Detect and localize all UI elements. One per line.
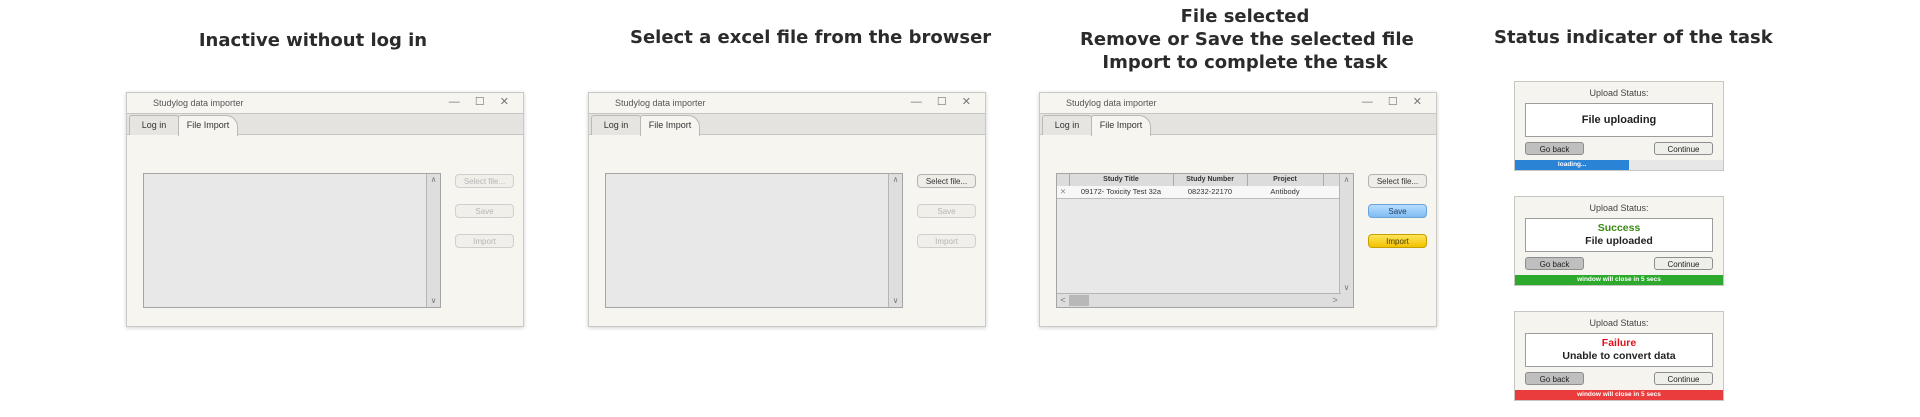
tab-bar: Log in File Import <box>589 113 985 136</box>
file-table: Study Title Study Number Project ✕ 09172… <box>1056 173 1354 308</box>
column-header-study-title[interactable]: Study Title <box>1069 174 1173 186</box>
horizontal-scrollbar[interactable]: < > <box>1057 293 1341 307</box>
scroll-up-icon[interactable]: ∧ <box>1340 174 1353 186</box>
scroll-right-icon[interactable]: > <box>1329 294 1341 307</box>
countdown-bar: window will close in 5 secs <box>1515 275 1723 285</box>
go-back-button[interactable]: Go back <box>1525 372 1584 385</box>
status-title: Failure <box>1601 337 1637 349</box>
select-file-button[interactable]: Select file... <box>1368 174 1427 188</box>
column-header-study-number[interactable]: Study Number <box>1173 174 1247 186</box>
go-back-button[interactable]: Go back <box>1525 257 1584 270</box>
scroll-down-icon[interactable]: ∨ <box>889 295 902 307</box>
tab-file-import[interactable]: File Import <box>640 115 700 136</box>
status-message: File uploading <box>1525 103 1713 137</box>
file-list: ∧ ∨ <box>605 173 903 308</box>
status-label: Upload Status: <box>1589 88 1649 98</box>
import-button[interactable]: Import <box>455 234 514 248</box>
cell-study-title: 09172- Toxicity Test 32a <box>1080 187 1162 196</box>
tab-log-in[interactable]: Log in <box>129 115 179 135</box>
file-list: ∧ ∨ <box>143 173 441 308</box>
continue-button[interactable]: Continue <box>1654 142 1713 155</box>
save-button[interactable]: Save <box>455 204 514 218</box>
window-title: Studylog data importer <box>1066 98 1157 108</box>
status-message: Failure Unable to convert data <box>1525 333 1713 367</box>
status-title: Success <box>1597 222 1641 234</box>
table-row[interactable]: ✕ 09172- Toxicity Test 32a 08232-22170 A… <box>1057 186 1341 199</box>
column-header-project[interactable]: Project <box>1247 174 1323 186</box>
progress-bar: loading... <box>1515 160 1723 170</box>
tab-bar: Log in File Import <box>127 113 523 136</box>
vertical-scrollbar[interactable]: ∧ ∨ <box>888 174 902 307</box>
cell-project: Antibody <box>1270 187 1300 196</box>
status-text: File uploading <box>1581 114 1657 126</box>
heading-file-selected: File selected Remove or Save the selecte… <box>1080 6 1414 73</box>
continue-button[interactable]: Continue <box>1654 257 1713 270</box>
select-file-button[interactable]: Select file... <box>917 174 976 188</box>
heading-select-file: Select a excel file from the browser <box>630 27 992 48</box>
tab-log-in[interactable]: Log in <box>1042 115 1092 135</box>
import-button[interactable]: Import <box>1368 234 1427 248</box>
go-back-button[interactable]: Go back <box>1525 142 1584 155</box>
save-button[interactable]: Save <box>917 204 976 218</box>
scroll-left-icon[interactable]: < <box>1057 294 1069 307</box>
status-detail: File uploaded <box>1585 235 1653 247</box>
cell-study-number: 08232-22170 <box>1187 187 1233 196</box>
progress-text: loading... <box>1557 161 1587 168</box>
status-panel-success: Upload Status: Success File uploaded Go … <box>1514 196 1724 286</box>
status-message: Success File uploaded <box>1525 218 1713 252</box>
import-button[interactable]: Import <box>917 234 976 248</box>
scroll-down-icon[interactable]: ∨ <box>1340 282 1353 294</box>
importer-window-inactive: Studylog data importer — ☐ ✕ Log in File… <box>126 92 524 327</box>
countdown-bar: window will close in 5 secs <box>1515 390 1723 400</box>
tab-file-import[interactable]: File Import <box>1091 115 1151 136</box>
continue-button[interactable]: Continue <box>1654 372 1713 385</box>
scroll-up-icon[interactable]: ∧ <box>889 174 902 186</box>
importer-window-file-selected: Studylog data importer — ☐ ✕ Log in File… <box>1039 92 1437 327</box>
window-title: Studylog data importer <box>153 98 244 108</box>
status-label: Upload Status: <box>1589 318 1649 328</box>
status-label: Upload Status: <box>1589 203 1649 213</box>
vertical-scrollbar[interactable]: ∧ ∨ <box>1339 174 1353 307</box>
scroll-down-icon[interactable]: ∨ <box>427 295 440 307</box>
scroll-thumb[interactable] <box>1069 295 1089 306</box>
heading-status: Status indicater of the task <box>1494 27 1773 48</box>
window-title: Studylog data importer <box>615 98 706 108</box>
vertical-scrollbar[interactable]: ∧ ∨ <box>426 174 440 307</box>
select-file-button[interactable]: Select file... <box>455 174 514 188</box>
save-button[interactable]: Save <box>1368 204 1427 218</box>
tab-bar: Log in File Import <box>1040 113 1436 136</box>
importer-window-select: Studylog data importer — ☐ ✕ Log in File… <box>588 92 986 327</box>
status-detail: Unable to convert data <box>1562 350 1676 362</box>
status-panel-failure: Upload Status: Failure Unable to convert… <box>1514 311 1724 401</box>
scroll-up-icon[interactable]: ∧ <box>427 174 440 186</box>
tab-log-in[interactable]: Log in <box>591 115 641 135</box>
tab-file-import[interactable]: File Import <box>178 115 238 136</box>
heading-inactive: Inactive without log in <box>198 30 428 51</box>
status-panel-uploading: Upload Status: File uploading Go back Co… <box>1514 81 1724 171</box>
window-controls[interactable]: — ☐ ✕ <box>449 95 515 108</box>
window-controls[interactable]: — ☐ ✕ <box>1362 95 1428 108</box>
window-controls[interactable]: — ☐ ✕ <box>911 95 977 108</box>
remove-row-icon[interactable]: ✕ <box>1057 186 1069 198</box>
